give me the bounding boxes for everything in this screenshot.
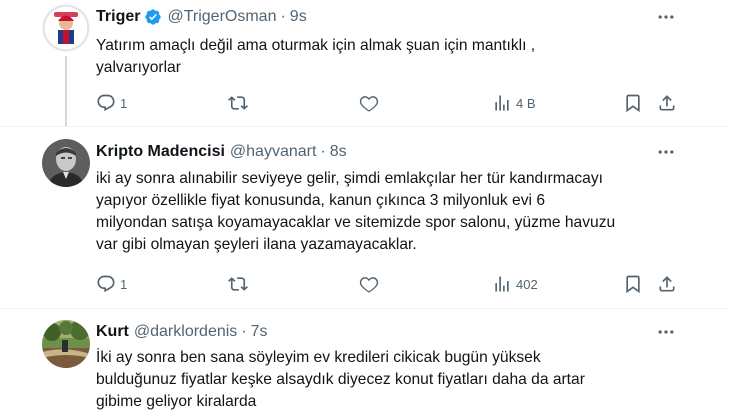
tweet-text-line: yapıyor özellikle fiyat konusunda, kanun… (96, 192, 545, 209)
display-name[interactable]: Triger (96, 8, 140, 26)
bookmark-icon (626, 275, 640, 294)
views-button[interactable]: 402 (492, 272, 538, 296)
tweet-text: Yatırım amaçlı değil ama oturmak için al… (96, 35, 706, 79)
avatar-kurt[interactable] (42, 320, 90, 368)
action-bar: 1 4 B (0, 91, 730, 115)
tweet-text-line: var gibi olmayan şeyleri ilana yazamayac… (96, 236, 417, 253)
tweet-header: Kurt @darklordenis · 7s (96, 321, 268, 343)
views-count: 402 (516, 276, 538, 292)
handle[interactable]: @darklordenis (134, 323, 237, 341)
bookmark-button[interactable] (623, 272, 643, 296)
separator-dot: · (241, 323, 247, 340)
display-name[interactable]: Kurt (96, 323, 129, 341)
tweet-triger[interactable]: Triger @TrigerOsman · 9s Yatırım amaçlı … (0, 0, 730, 126)
separator-dot: · (320, 143, 326, 160)
tweet-text: İki ay sonra ben sana söyleyim ev kredil… (96, 347, 706, 413)
reply-count: 1 (120, 276, 128, 292)
tweet-thread: Triger @TrigerOsman · 9s Yatırım amaçlı … (0, 0, 730, 420)
retweet-icon (228, 277, 248, 291)
verified-badge-icon (145, 9, 162, 25)
handle[interactable]: @TrigerOsman (167, 8, 276, 26)
views-button[interactable]: 4 B (492, 91, 536, 115)
reply-button[interactable]: 1 (96, 272, 127, 296)
retweet-button[interactable] (228, 91, 248, 115)
more-icon[interactable] (654, 322, 678, 342)
timestamp[interactable]: 9s (290, 8, 307, 26)
views-icon (495, 276, 509, 292)
share-button[interactable] (657, 272, 677, 296)
more-icon[interactable] (654, 7, 678, 27)
tweet-kripto-madencisi[interactable]: Kripto Madencisi @hayvanart · 8s iki ay … (0, 127, 730, 307)
avatar-triger[interactable] (42, 4, 90, 52)
bookmark-icon (626, 94, 640, 113)
views-icon (495, 95, 509, 111)
tweet-header: Triger @TrigerOsman · 9s (96, 6, 307, 28)
like-icon (359, 96, 379, 112)
tweet-text-line: milyondan satışa koyamayacaklar ve sitem… (96, 214, 616, 231)
share-icon (659, 95, 675, 111)
tweet-text-line: iki ay sonra alınabilir seviyeye gelir, … (96, 170, 603, 187)
tweet-text-line: yalvarıyorlar (96, 59, 181, 76)
tweet-kurt[interactable]: Kurt @darklordenis · 7s İki ay sonra ben… (0, 309, 730, 420)
more-icon[interactable] (654, 142, 678, 162)
timestamp[interactable]: 8s (330, 143, 347, 161)
views-count: 4 B (516, 95, 536, 111)
retweet-icon (228, 96, 248, 110)
tweet-text-line: gibime geliyor kiralarda (96, 393, 257, 410)
like-button[interactable] (359, 91, 379, 115)
separator-dot: · (280, 8, 286, 25)
reply-button[interactable]: 1 (96, 91, 127, 115)
reply-icon (97, 275, 115, 293)
handle[interactable]: @hayvanart (230, 143, 317, 161)
tweet-text-line: bulduğunuz fiyatlar keşke alsaydık diyec… (96, 371, 585, 388)
reply-icon (97, 94, 115, 112)
bookmark-button[interactable] (623, 91, 643, 115)
share-button[interactable] (657, 91, 677, 115)
timestamp[interactable]: 7s (251, 323, 268, 341)
share-icon (659, 276, 675, 292)
like-icon (359, 277, 379, 293)
tweet-header: Kripto Madencisi @hayvanart · 8s (96, 141, 347, 163)
avatar-kripto-madencisi[interactable] (42, 139, 90, 187)
tweet-text-line: İki ay sonra ben sana söyleyim ev kredil… (96, 349, 541, 366)
reply-count: 1 (120, 95, 128, 111)
tweet-text-line: Yatırım amaçlı değil ama oturmak için al… (96, 37, 536, 54)
action-bar: 1 402 (0, 272, 730, 296)
retweet-button[interactable] (228, 272, 248, 296)
like-button[interactable] (359, 272, 379, 296)
tweet-text: iki ay sonra alınabilir seviyeye gelir, … (96, 168, 706, 256)
display-name[interactable]: Kripto Madencisi (96, 143, 225, 161)
